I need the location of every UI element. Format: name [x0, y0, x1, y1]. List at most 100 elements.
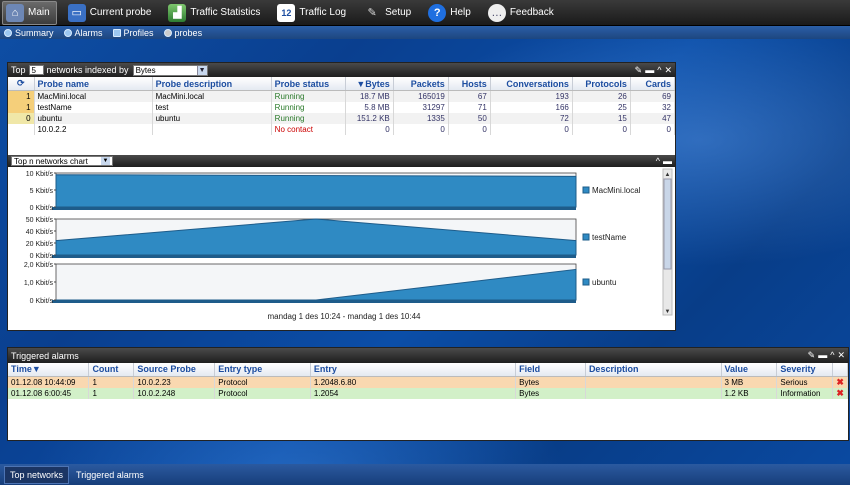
scroll-up-icon[interactable]: ▲	[665, 172, 671, 178]
home-icon: ⌂	[6, 3, 24, 22]
minimize-icon[interactable]: ▬	[663, 156, 672, 166]
table-row[interactable]: 1 MacMini.local MacMini.local Running 18…	[8, 90, 676, 102]
subnav-alarms-label: Alarms	[74, 27, 103, 38]
calendar-icon: 12	[277, 3, 296, 22]
index-by-select[interactable]: Bytes ▼	[132, 64, 208, 76]
cards-cell: 47	[630, 112, 676, 124]
bytes-cell: 151.2 KB	[345, 112, 394, 124]
col-cards[interactable]: Cards	[630, 77, 676, 91]
help-icon: ?	[428, 3, 447, 22]
chart-type-select[interactable]: Top n networks chart ▼	[11, 156, 113, 166]
col-count[interactable]: Count	[88, 363, 135, 377]
subnav-alarms[interactable]: Alarms	[63, 27, 103, 38]
probe-name-cell: MacMini.local	[34, 90, 153, 102]
toolbar-main-label: Main	[28, 7, 50, 18]
col-hosts[interactable]: Hosts	[448, 77, 491, 91]
subnav-summary[interactable]: Summary	[4, 28, 54, 38]
refresh-icon[interactable]: ⟳	[8, 77, 35, 91]
table-row[interactable]: 1 testName test Running 5.8 MB 31297 71 …	[8, 101, 676, 113]
subnav-profiles[interactable]: Profiles	[112, 28, 154, 38]
alarms-header-row: Time▼ Count Source Probe Entry type Entr…	[8, 363, 848, 377]
cards-cell: 0	[630, 123, 676, 135]
col-description[interactable]: Description	[585, 363, 722, 377]
monitor-icon: ▭	[67, 3, 86, 22]
toolbar-main[interactable]: ⌂ Main	[2, 0, 57, 25]
topn-prefix: Top	[11, 65, 26, 75]
hosts-cell: 67	[448, 90, 491, 102]
top-networks-table: ⟳ Probe name Probe description Probe sta…	[8, 77, 676, 135]
main-toolbar: ⌂ Main ▭ Current probe ▟ Traffic Statist…	[0, 0, 850, 26]
col-time[interactable]: Time▼	[8, 363, 90, 377]
protocols-cell: 15	[572, 112, 631, 124]
collapse-icon[interactable]: ^	[830, 350, 834, 361]
tab-top-networks[interactable]: Top networks	[4, 465, 70, 484]
col-protocols[interactable]: Protocols	[572, 77, 631, 91]
toolbar-current-probe-label: Current probe	[89, 7, 152, 18]
y-tick-label: 50 Kbit/s	[26, 217, 54, 224]
close-icon[interactable]: ✕	[664, 65, 672, 76]
bytes-cell: 0	[345, 123, 394, 135]
col-time-label: Time	[11, 364, 32, 375]
col-source-probe[interactable]: Source Probe	[133, 363, 216, 377]
wrench-icon[interactable]: ✎	[808, 350, 816, 361]
table-row[interactable]: 10.0.2.2 No contact 0 0 0 0 0 0	[8, 123, 676, 135]
close-icon[interactable]: ✕	[837, 350, 845, 361]
toolbar-setup-label: Setup	[385, 7, 412, 18]
minimize-icon[interactable]: ▬	[645, 65, 654, 76]
col-probe-name[interactable]: Probe name	[34, 77, 153, 91]
col-probe-description[interactable]: Probe description	[152, 77, 272, 91]
index-by-value: Bytes	[135, 65, 156, 75]
probe-name-cell: 10.0.2.2	[34, 123, 153, 135]
toolbar-feedback[interactable]: … Feedback	[485, 1, 560, 25]
toolbar-current-probe[interactable]: ▭ Current probe	[65, 1, 158, 25]
toolbar-help-label: Help	[450, 7, 471, 18]
wrench-icon[interactable]: ✎	[635, 65, 643, 76]
col-packets[interactable]: Packets	[393, 77, 449, 91]
col-value[interactable]: Value	[721, 363, 778, 377]
topn-count-input[interactable]: 5	[28, 65, 44, 75]
col-probe-status[interactable]: Probe status	[271, 77, 346, 91]
col-entry[interactable]: Entry	[310, 363, 517, 377]
chart-icon: ▟	[168, 3, 187, 22]
conv-cell: 72	[490, 112, 573, 124]
col-field[interactable]: Field	[515, 363, 586, 377]
minimize-icon[interactable]: ▬	[818, 350, 827, 361]
network-chart: 10 Kbit/s 5 Kbit/s 0 Kbit/s MacMini.local 50…	[8, 167, 675, 330]
y-tick-label: 0 Kbit/s	[30, 298, 54, 305]
rank-cell: 0	[8, 112, 35, 124]
chart-scroll-thumb[interactable]	[663, 178, 672, 270]
toolbar-traffic-statistics[interactable]: ▟ Traffic Statistics	[165, 1, 266, 25]
col-entry-type[interactable]: Entry type	[214, 363, 311, 377]
cards-cell: 32	[630, 101, 676, 113]
y-tick-label: 2,0 Kbit/s	[24, 262, 54, 269]
alarm-row[interactable]: 01.12.08 6:00:45 1 10.0.2.248 Protocol 1…	[8, 387, 848, 399]
wrench-icon: ✎	[367, 7, 377, 19]
speech-bubble-icon: …	[487, 3, 506, 22]
area-base	[52, 207, 576, 210]
toolbar-traffic-log[interactable]: 12 Traffic Log	[274, 1, 352, 25]
toolbar-traffic-statistics-label: Traffic Statistics	[190, 7, 261, 18]
collapse-icon[interactable]: ^	[656, 156, 660, 166]
y-tick-label: 0 Kbit/s	[30, 205, 54, 212]
delete-icon[interactable]: ✖	[832, 387, 848, 399]
packets-cell: 165019	[393, 90, 449, 102]
delete-icon[interactable]: ✖	[832, 376, 848, 388]
y-tick-label: 40 Kbit/s	[26, 229, 54, 236]
chart-type-value: Top n networks chart	[14, 156, 88, 166]
legend-swatch	[582, 233, 590, 241]
toolbar-setup[interactable]: ✎ Setup	[360, 1, 417, 25]
table-row[interactable]: 0 ubuntu ubuntu Running 151.2 KB 1335 50…	[8, 112, 676, 124]
alarm-count: 1	[88, 376, 135, 388]
rank-cell: 1	[8, 90, 35, 102]
col-conversations[interactable]: Conversations	[490, 77, 573, 91]
alarm-row[interactable]: 01.12.08 10:44:09 1 10.0.2.23 Protocol 1…	[8, 376, 848, 388]
collapse-icon[interactable]: ^	[657, 65, 661, 76]
rank-cell: 1	[8, 101, 35, 113]
scroll-down-icon[interactable]: ▼	[665, 309, 671, 315]
tab-triggered-alarms[interactable]: Triggered alarms	[71, 467, 149, 483]
subnav-probes[interactable]: probes	[163, 28, 202, 38]
col-severity[interactable]: Severity	[776, 363, 834, 377]
col-bytes[interactable]: ▼Bytes	[345, 77, 394, 91]
col-delete	[832, 363, 848, 377]
toolbar-help[interactable]: ? Help	[425, 1, 477, 25]
